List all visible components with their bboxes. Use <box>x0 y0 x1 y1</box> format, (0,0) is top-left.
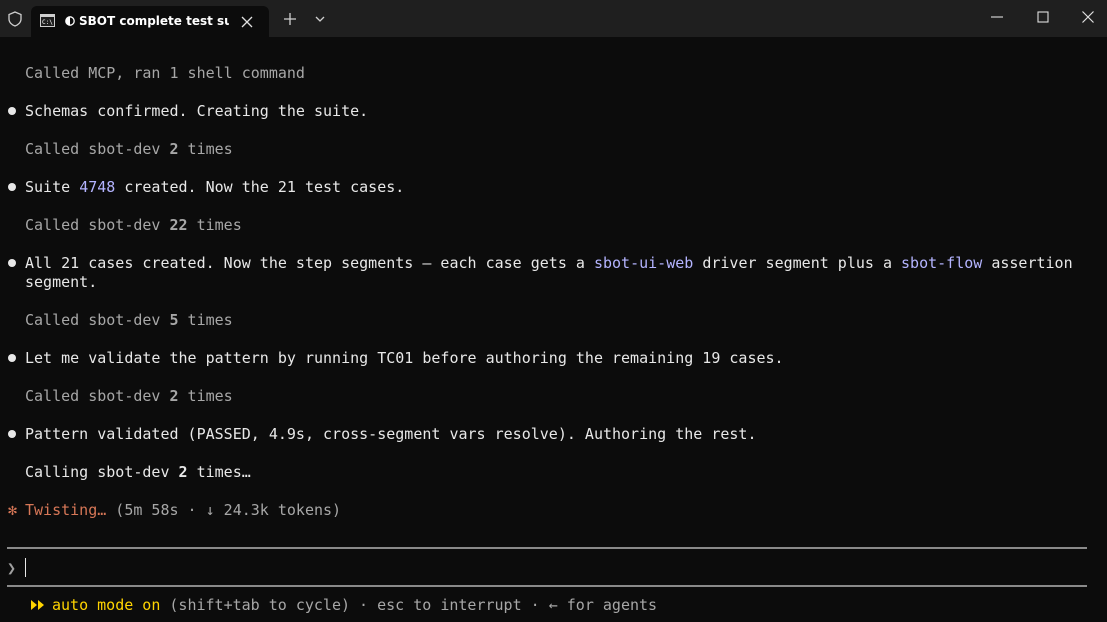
tab-active[interactable]: C:\ SBOT complete test suite fo <box>31 6 269 37</box>
shield-icon[interactable] <box>7 11 23 27</box>
half-circle-icon <box>65 16 75 26</box>
status-bar: auto mode on (shift+tab to cycle) · esc … <box>52 596 658 614</box>
bullet-icon <box>8 259 16 267</box>
tool-summary: Called MCP, ran 1 shell command <box>25 64 305 82</box>
mode-indicator: auto mode on <box>52 596 161 614</box>
assistant-message: Schemas confirmed. Creating the suite. <box>25 102 369 120</box>
tool-in-progress: Calling sbot-dev 2 times… <box>25 463 251 481</box>
driver-name: sbot-ui-web <box>593 254 694 272</box>
divider <box>7 585 1087 587</box>
divider <box>7 547 1087 549</box>
plus-icon[interactable] <box>282 11 298 27</box>
tool-summary: Called sbot-dev 2 times <box>25 140 233 158</box>
assistant-message: Let me validate the pattern by running T… <box>25 349 784 367</box>
bullet-icon <box>8 107 16 115</box>
minimize-icon[interactable] <box>988 10 1006 24</box>
assistant-message: Pattern validated (PASSED, 4.9s, cross-s… <box>25 425 757 443</box>
svg-text:C:\: C:\ <box>42 19 53 26</box>
maximize-icon[interactable] <box>1035 9 1051 25</box>
tool-summary: Called sbot-dev 2 times <box>25 387 233 405</box>
bullet-icon <box>8 430 16 438</box>
bullet-icon <box>8 183 16 191</box>
spinner-status: Twisting… (5m 58s · ↓ 24.3k tokens) <box>25 501 342 519</box>
fast-forward-icon <box>31 600 44 610</box>
bullet-icon <box>8 354 16 362</box>
flow-name: sbot-flow <box>901 254 983 272</box>
assistant-message: Suite 4748 created. Now the 21 test case… <box>25 178 405 196</box>
close-icon[interactable] <box>238 13 256 31</box>
tab-title: SBOT complete test suite fo <box>79 14 229 28</box>
prompt-chevron-icon: ❯ <box>7 559 17 577</box>
prompt-input[interactable] <box>25 558 26 577</box>
tool-summary: Called sbot-dev 22 times <box>25 216 242 234</box>
chevron-down-icon[interactable] <box>313 13 327 25</box>
assistant-message: All 21 cases created. Now the step segme… <box>25 254 1073 272</box>
spinner-icon: ✻ <box>8 501 18 519</box>
window-close-icon[interactable] <box>1080 9 1096 25</box>
terminal-icon: C:\ <box>40 14 55 27</box>
tool-summary: Called sbot-dev 5 times <box>25 311 233 329</box>
suite-id: 4748 <box>79 178 116 196</box>
assistant-message-wrap: segment. <box>25 273 98 291</box>
title-bar: C:\ SBOT complete test suite fo <box>0 0 1107 37</box>
